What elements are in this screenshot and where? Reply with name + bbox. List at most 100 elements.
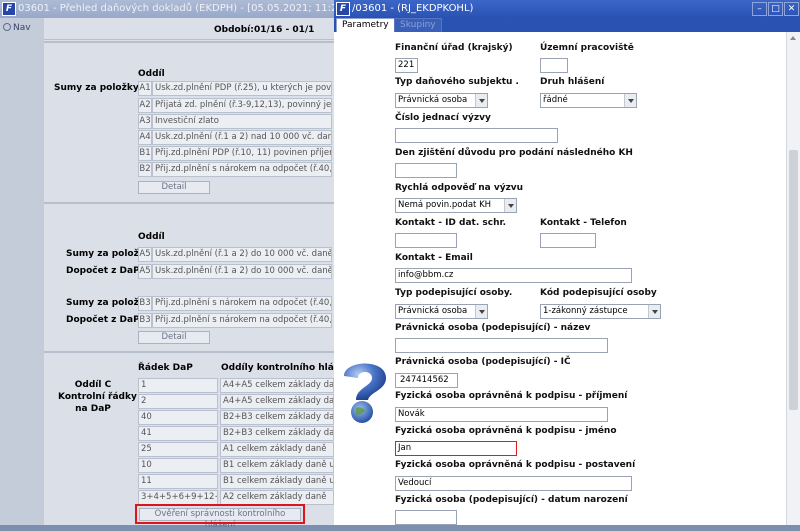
section1-column-header: Oddíl [138,69,165,79]
row-desc: Přij.zd.plnění s nárokem na odpočet (ř.4… [152,296,332,311]
section2-label-dopocet-b: Dopočet z DaP [66,315,140,325]
financni-urad-label: Finanční úřad (krajský) [395,43,513,53]
section3-label-line2: Kontrolní řádky [58,392,137,402]
radek-cell[interactable]: 1 [138,378,218,393]
dialog-titlebar[interactable]: F /03601 - (RJ_EKDPKOHL) – □ ✕ [334,0,800,18]
den-zjisteni-input[interactable] [395,163,457,178]
oddil-cell[interactable]: A4+A5 celkem základy dan [220,394,334,409]
period-label: Období: [214,25,254,35]
typ-podepisujici-select[interactable]: Právnická osoba [395,304,488,319]
background-content: Období: 01/16 - 01/1 Oddíl Sumy za polož… [44,18,345,530]
oddil-cell[interactable]: A4+A5 celkem základy dan [220,378,334,393]
fo-prijmeni-label: Fyzická osoba oprávněná k podpisu - příj… [395,391,628,401]
radek-cell[interactable]: 25 [138,442,218,457]
left-nav-strip [0,18,44,525]
row-code: A5 [138,264,152,279]
tab-bar: Parametry Skupiny [334,18,800,32]
tab-parametry[interactable]: Parametry [336,18,395,32]
kontakt-id-input[interactable] [395,233,457,248]
typ-subjektu-value: Právnická osoba [398,95,468,105]
row-code: B3 [138,296,152,311]
uzemni-pracoviste-input[interactable] [540,58,568,73]
row-code: B2 [138,162,152,177]
row-desc: Přijatá zd. plnění (ř.3-9,12,13), povinn… [152,98,332,113]
kontakt-id-label: Kontakt - ID dat. schr. [395,218,507,228]
parameters-dialog: F /03601 - (RJ_EKDPKOHL) – □ ✕ Parametry S… [334,0,800,525]
rychla-odpoved-select[interactable]: Nemá povin.podat KH [395,198,517,213]
kod-podepisujici-select[interactable]: 1-zákonný zástupce [540,304,661,319]
row-desc: Přij.zd.plnění s nárokem na odpočet (ř.4… [152,162,332,177]
scroll-thumb[interactable] [789,150,798,410]
row-desc: Usk.zd.plnění (ř.1 a 2) nad 10 000 vč. d… [152,130,332,145]
col-radek-header: Řádek DaP [138,363,193,373]
background-window-titlebar[interactable]: F 03601 - Přehled daňových dokladů (EKDP… [0,0,334,18]
radek-cell[interactable]: 2 [138,394,218,409]
po-ic-label: Právnická osoba (podepisující) - IČ [395,357,571,367]
financni-urad-input[interactable]: 221 [395,58,418,73]
section1-group-label: Sumy za položky [54,83,139,93]
close-icon[interactable]: ✕ [784,2,799,16]
oddil-cell[interactable]: B2+B3 celkem základy daně [220,426,334,441]
fo-datum-input[interactable] [395,510,457,525]
po-nazev-input[interactable] [395,338,608,353]
row-desc: Usk.zd.plnění (ř.1 a 2) do 10 000 vč. da… [152,264,332,279]
window-controls: – □ ✕ [752,0,800,18]
radek-cell[interactable]: 3+4+5+6+9+12+13 [138,490,218,505]
oddil-cell[interactable]: B1 celkem základy daně u z [220,458,334,473]
cislo-jednaci-input[interactable] [395,128,558,143]
fo-postaveni-label: Fyzická osoba oprávněná k podpisu - post… [395,460,636,470]
section2-label-dopocet: Dopočet z DaP [66,266,140,276]
den-zjisteni-label: Den zjištění důvodu pro podání následnéh… [395,148,633,158]
nav-icon [3,23,11,31]
typ-podepisujici-value: Právnická osoba [398,306,468,316]
po-ic-input[interactable]: 247414562 [395,373,458,388]
background-window-title: 03601 - Přehled daňových dokladů (EKDPH)… [18,3,334,14]
dialog-title: /03601 - (RJ_EKDPKOHL) [352,3,474,14]
oddil-cell[interactable]: A1 celkem základy daně [220,442,334,457]
radek-cell[interactable]: 11 [138,474,218,489]
row-desc: Usk.zd.plnění (ř.1 a 2) do 10 000 vč. da… [152,247,332,262]
oddil-cell[interactable]: B1 celkem základy daně u p [220,474,334,489]
uzemni-pracoviste-label: Územní pracoviště [540,43,634,53]
kod-podepisujici-value: 1-zákonný zástupce [543,306,628,316]
dialog-scrollbar[interactable] [786,32,800,525]
app-logo-icon: F [336,2,350,16]
col-oddily-header: Oddíly kontrolního hláše [221,363,346,373]
chevron-down-icon [504,199,516,212]
radek-cell[interactable]: 40 [138,410,218,425]
background-window: F 03601 - Přehled daňových dokladů (EKDP… [0,0,345,530]
row-code: A1 [138,81,152,96]
app-logo-icon: F [2,2,16,16]
typ-subjektu-select[interactable]: Právnická osoba [395,93,488,108]
row-code: A2 [138,98,152,113]
druh-hlaseni-label: Druh hlášení [540,77,605,87]
divider [44,41,334,43]
oddil-cell[interactable]: B2+B3 celkem základy daně [220,410,334,425]
row-desc: Investiční zlato [152,114,332,129]
maximize-icon[interactable]: □ [768,2,783,16]
row-desc: Přij.zd.plnění s nárokem na odpočet (ř.4… [152,313,332,328]
section2-detail-button[interactable]: Detail [138,331,210,344]
scroll-up-icon[interactable] [787,32,800,45]
chevron-down-icon [624,94,636,107]
kontakt-email-input[interactable]: info@bbm.cz [395,268,632,283]
rychla-odpoved-label: Rychlá odpověď na výzvu [395,183,524,193]
radek-cell[interactable]: 41 [138,426,218,441]
fo-postaveni-input[interactable]: Vedoucí [395,476,632,491]
kontakt-telefon-label: Kontakt - Telefon [540,218,627,228]
radek-cell[interactable]: 10 [138,458,218,473]
help-question-icon[interactable] [334,356,396,426]
nav-button[interactable]: Nav [3,23,31,33]
druh-hlaseni-select[interactable]: řádné [540,93,637,108]
minimize-icon[interactable]: – [752,2,767,16]
section3-label-line1: Oddíl C [74,380,112,390]
tab-skupiny[interactable]: Skupiny [394,18,442,32]
rychla-odpoved-value: Nemá povin.podat KH [398,200,492,210]
cislo-jednaci-label: Číslo jednací výzvy [395,113,491,123]
fo-prijmeni-input[interactable]: Novák [395,407,608,422]
fo-jmeno-input[interactable]: Jan [395,441,517,456]
kontakt-telefon-input[interactable] [540,233,596,248]
section1-detail-button[interactable]: Detail [138,181,210,194]
chevron-down-icon [648,305,660,318]
oddil-cell[interactable]: A2 celkem základy daně [220,490,334,505]
